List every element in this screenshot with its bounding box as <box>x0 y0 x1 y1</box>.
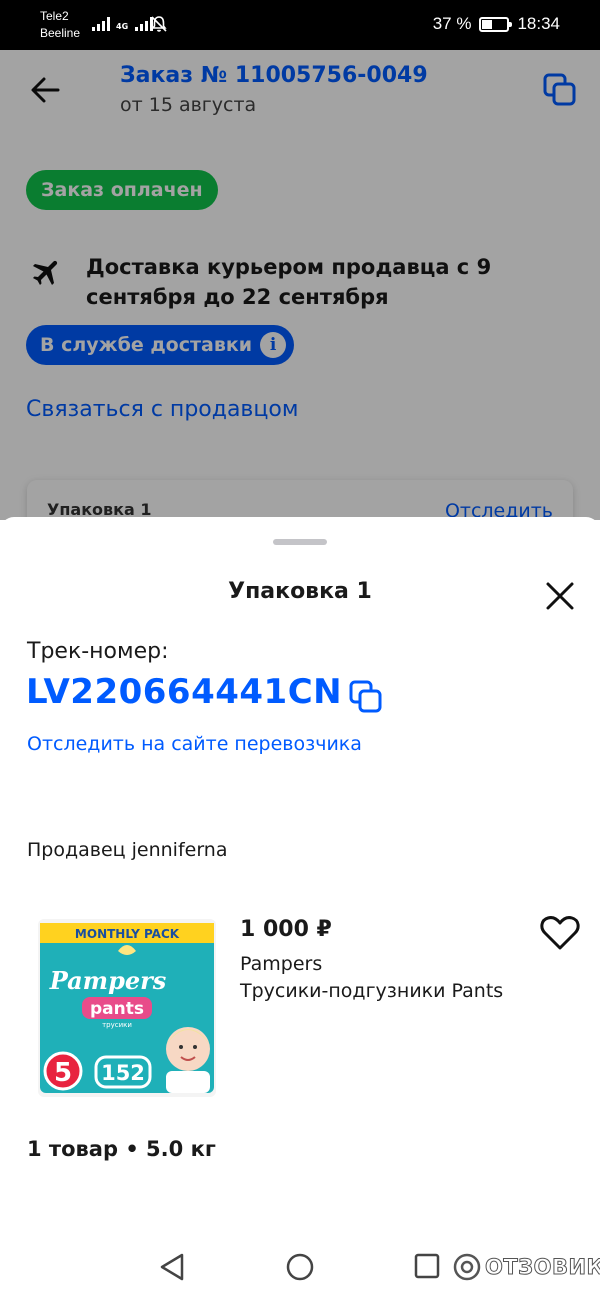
order-page: Заказ № 11005756-0049 от 15 августа Зака… <box>0 50 600 520</box>
close-icon[interactable] <box>544 580 576 612</box>
order-summary: 1 товар • 5.0 кг <box>27 1137 216 1161</box>
track-number-label: Трек-номер: <box>27 639 169 664</box>
battery-percent: 37 % <box>432 14 472 33</box>
pack-sub-small: трусики <box>102 1021 132 1029</box>
pack-sub-text: pants <box>90 999 144 1019</box>
carrier-tracking-link[interactable]: Отследить на сайте перевозчика <box>27 733 362 755</box>
otzovik-logo-icon <box>453 1253 481 1281</box>
network-type: 4G <box>116 22 129 31</box>
carrier-2: Beeline <box>40 26 81 40</box>
track-number: LV220664441CN <box>26 672 343 712</box>
product-name[interactable]: Трусики-подгузники Pants <box>240 978 503 1005</box>
carrier-1: Tele2 <box>40 9 69 23</box>
sheet-title: Упаковка 1 <box>228 579 372 604</box>
copy-track-number-icon[interactable] <box>348 679 384 719</box>
system-navigation-bar: ОТЗОВИК <box>0 1222 600 1300</box>
watermark-text: ОТЗОВИК <box>484 1255 600 1280</box>
clock: 18:34 <box>517 14 560 33</box>
pack-logo-text: Pampers <box>49 966 167 995</box>
nav-recents-icon[interactable] <box>414 1253 440 1283</box>
pack-banner-text: MONTHLY PACK <box>75 927 180 941</box>
package-bottom-sheet: Упаковка 1 Трек-номер: LV220664441CN Отс… <box>0 517 600 1222</box>
nav-back-icon[interactable] <box>158 1252 186 1286</box>
battery-icon <box>479 16 513 32</box>
signal-icon <box>92 15 110 31</box>
status-right: 37 % 18:34 <box>433 14 560 34</box>
pack-size-text: 5 <box>54 1058 72 1088</box>
status-bar: Tele2 Beeline 4G 37 % 18:34 <box>0 0 600 50</box>
mute-bell-icon <box>150 15 168 37</box>
carrier-names: Tele2 Beeline <box>40 8 80 42</box>
product-image[interactable]: MONTHLY PACK Pampers pants трусики 5 152 <box>38 919 216 1097</box>
otzovik-watermark: ОТЗОВИК <box>452 1252 600 1282</box>
product-brand[interactable]: Pampers <box>240 951 322 978</box>
product-price: 1 000 ₽ <box>240 917 332 942</box>
signal-icons: 4G <box>92 15 154 31</box>
seller-name: Продавец jenniferna <box>27 839 228 861</box>
nav-home-icon[interactable] <box>286 1253 314 1285</box>
favorite-heart-icon[interactable] <box>540 915 580 955</box>
pack-count-text: 152 <box>101 1061 145 1085</box>
modal-overlay[interactable] <box>0 50 600 520</box>
sheet-drag-handle[interactable] <box>273 539 327 545</box>
